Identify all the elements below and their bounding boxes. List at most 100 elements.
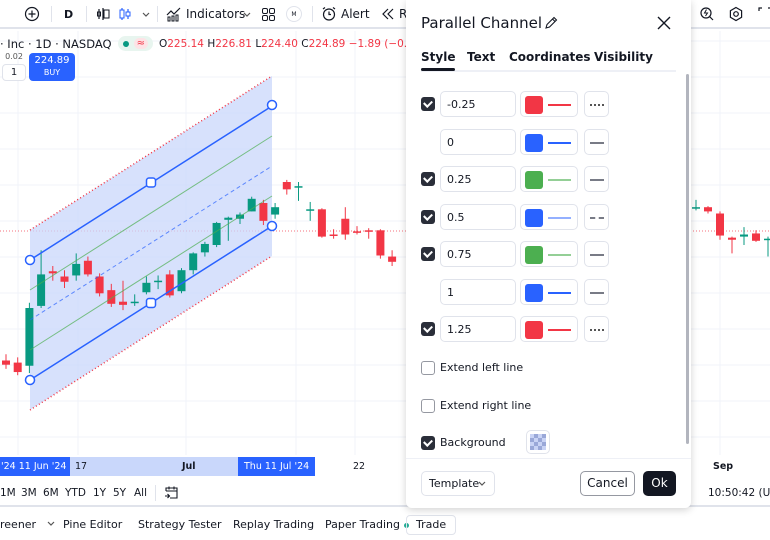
level-value-input[interactable]: 0 [440,129,516,155]
interval-button[interactable]: D [64,4,73,24]
ohlc-values: O225.14 H226.81 L224.40 C224.89 −1.89 (−… [158,37,435,50]
level-line-style-button[interactable] [584,279,609,305]
level-value-input[interactable]: 1.25 [440,316,516,342]
scrollbar[interactable] [686,74,689,444]
extend-left-checkbox[interactable] [421,361,435,375]
tab-coordinates[interactable]: Coordinates [509,50,591,64]
replay-button[interactable]: R [381,4,407,24]
fullscreen-button[interactable] [758,4,770,24]
footer-divider [406,458,691,459]
indicators-dropdown[interactable] [242,4,252,24]
layouts-button[interactable] [261,4,276,24]
level-line-style-button[interactable] [584,91,609,117]
add-symbol-button[interactable] [24,4,40,24]
symbol-title[interactable]: · Inc · 1D · NASDAQ [0,37,112,51]
level-checkbox[interactable] [421,247,435,261]
tab-replay-trading[interactable]: Replay Trading [233,518,314,531]
level-color-button[interactable] [520,316,578,342]
range-ytd[interactable]: YTD [65,487,86,499]
candle-body [189,253,198,271]
tab-text[interactable]: Text [467,50,495,64]
cancel-button[interactable]: Cancel [580,471,635,496]
go-to-date-button[interactable] [164,485,179,503]
background-checkbox[interactable] [421,436,435,450]
level-line-style-button[interactable] [584,166,609,192]
candle-body [72,263,81,276]
close-value: 224.89 [308,37,346,50]
grid-icon [262,7,275,21]
level-line-style-button[interactable] [584,316,609,342]
color-swatch [525,96,543,114]
line-style-icon [590,142,604,144]
background-color-button[interactable] [526,430,550,454]
tab-strategy-tester[interactable]: Strategy Tester [138,518,222,531]
level-color-button[interactable] [520,91,578,117]
range-5y[interactable]: 5Y [113,487,126,499]
extend-right-label: Extend right line [440,399,532,412]
qty-step: 0.02 [5,52,23,61]
level-checkbox[interactable] [421,210,435,224]
level-value-input[interactable]: 0.5 [440,204,516,230]
candle-body [25,308,34,366]
candle-body [212,222,221,245]
ok-button[interactable]: Ok [643,471,676,496]
high-value: 226.81 [215,37,252,50]
template-dropdown[interactable]: Template [421,471,495,496]
level-checkbox[interactable] [421,172,435,186]
candle-body [692,207,700,209]
level-color-button[interactable] [520,129,578,155]
extend-right-checkbox[interactable] [421,399,435,413]
tab-visibility[interactable]: Visibility [594,50,653,64]
tab-pine-editor[interactable]: Pine Editor [63,518,122,531]
market-status-pill[interactable]: ≈ [117,36,153,51]
candle-body [224,217,233,220]
qty-input[interactable]: 1 [2,64,26,81]
bar-style-button[interactable] [95,4,111,24]
level-color-button[interactable] [520,204,578,230]
line-style-icon [590,104,604,106]
range-6m[interactable]: 6M [43,487,59,499]
clock[interactable]: 10:50:42 (UTC [708,487,770,499]
channel-handle [24,374,36,386]
calendar-arrow-icon [165,486,178,499]
tab-style[interactable]: Style [421,50,456,71]
quick-search-button[interactable] [699,4,715,24]
candle-body [317,209,326,237]
level-line-style-button[interactable] [584,204,609,230]
level-checkbox[interactable] [421,97,435,111]
candle-style-button[interactable] [117,4,133,24]
close-icon[interactable] [655,14,673,32]
level-value-input[interactable]: 0.25 [440,166,516,192]
chart-type-dropdown[interactable] [141,4,151,24]
m-badge[interactable]: M [286,6,302,22]
range-3m[interactable]: 3M [21,487,37,499]
tab-trade[interactable]: Trade [406,515,457,535]
symbol-legend: · Inc · 1D · NASDAQ ≈ O225.14 H226.81 L2… [0,36,435,51]
level-line-style-button[interactable] [584,241,609,267]
level-value-input[interactable]: 0.75 [440,241,516,267]
level-value-input[interactable]: -0.25 [440,91,516,117]
candle-body [154,280,163,283]
range-1y[interactable]: 1Y [93,487,106,499]
level-value-input[interactable]: 1 [440,279,516,305]
alert-button[interactable]: Alert [321,4,370,24]
level-color-button[interactable] [520,279,578,305]
indicators-button[interactable]: Indicators [166,4,245,24]
range-1m[interactable]: 1M [0,487,16,499]
candle-body [271,207,280,215]
range-all[interactable]: All [134,487,147,499]
dialog-tabs: Style Text Coordinates Visibility [421,50,676,72]
tab-screener[interactable]: reener [0,518,56,531]
bars-icon [97,8,110,20]
tab-paper-trading[interactable]: Paper Trading [325,518,410,531]
level-line-style-button[interactable] [584,129,609,155]
level-color-button[interactable] [520,166,578,192]
level-checkbox[interactable] [421,322,435,336]
settings-button[interactable] [728,4,744,24]
candle-body [740,234,748,237]
buy-button[interactable]: 224.89 BUY [29,53,75,81]
pencil-icon[interactable] [543,15,559,31]
low-value: 224.40 [261,37,298,50]
level-color-button[interactable] [520,241,578,267]
candle-body [130,301,139,304]
